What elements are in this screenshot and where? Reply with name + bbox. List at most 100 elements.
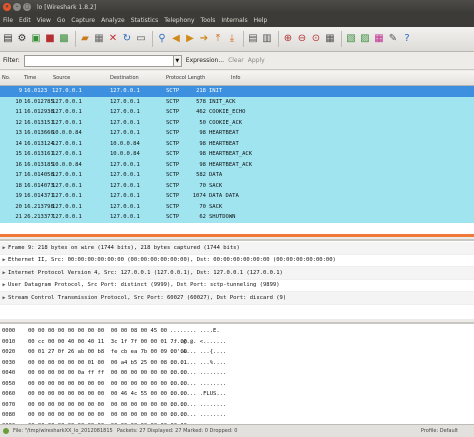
detail-tree-item[interactable]: ▶ User Datagram Protocol, Src Port: disti…: [0, 280, 474, 292]
go-back-icon[interactable]: ◀: [170, 33, 182, 46]
minimize-window-button[interactable]: –: [13, 3, 21, 11]
hex-bytes[interactable]: 00 00 00 00 00 00 01 00 00 a4 b5 25 00 0…: [28, 358, 187, 369]
start-capture-icon[interactable]: ▣: [30, 33, 42, 46]
hex-ascii[interactable]: ........ .FLUS...: [170, 389, 226, 400]
expand-arrow-icon[interactable]: ▶: [0, 295, 8, 301]
packet-length: 98: [199, 140, 206, 147]
expand-arrow-icon[interactable]: ▶: [0, 257, 8, 263]
packet-info: INIT_ACK: [209, 98, 236, 105]
reload-icon[interactable]: ↻: [121, 33, 133, 46]
first-packet-icon[interactable]: ⤒: [212, 33, 224, 46]
restart-capture-icon[interactable]: ▩: [58, 33, 70, 46]
packet-row[interactable]: 12 16.013151 127.0.0.1 127.0.0.1 SCTP 50 COOKI…: [0, 117, 474, 128]
apply-filter-button[interactable]: Apply: [248, 57, 265, 64]
capture-options-icon[interactable]: ⚙: [16, 33, 28, 46]
preferences-icon[interactable]: ✎: [387, 33, 399, 46]
hex-ascii[interactable]: ........ ........: [170, 379, 226, 390]
hex-ascii[interactable]: ..'.&... ...{....: [170, 347, 226, 358]
menu-help[interactable]: Help: [254, 17, 268, 24]
expert-info-icon[interactable]: [3, 428, 9, 434]
interface-list-icon[interactable]: ▤: [2, 33, 14, 46]
menu-file[interactable]: File: [3, 17, 13, 24]
last-packet-icon[interactable]: ⤓: [226, 33, 238, 46]
menu-edit[interactable]: Edit: [19, 17, 31, 24]
packet-row[interactable]: 11 16.012938 127.0.0.1 127.0.0.1 SCTP 462 COOK…: [0, 107, 474, 118]
menu-view[interactable]: View: [37, 17, 51, 24]
packet-row[interactable]: 10 16.012785 127.0.0.1 127.0.0.1 SCTP 578 INIT…: [0, 96, 474, 107]
packet-row[interactable]: 15 16.013161 127.0.0.1 10.0.0.84 SCTP 98 HEART…: [0, 149, 474, 160]
expand-arrow-icon[interactable]: ▶: [0, 270, 8, 276]
hex-bytes[interactable]: 00 00 00 00 00 00 00 00 00 00 08 00 45 0…: [28, 326, 167, 337]
hex-bytes[interactable]: 00 cc 00 00 40 00 40 11 3c 1f 7f 00 00 0…: [28, 337, 187, 348]
display-filter-input[interactable]: [23, 54, 174, 67]
status-profile[interactable]: Profile: Default: [421, 428, 458, 434]
detail-tree-item[interactable]: ▶ Stream Control Transmission Protocol, S…: [0, 292, 474, 305]
open-file-icon[interactable]: ▰: [79, 33, 91, 46]
column-header-no[interactable]: No.: [2, 75, 10, 81]
hex-ascii[interactable]: ........ ...%....: [170, 358, 226, 369]
maximize-window-button[interactable]: □: [23, 3, 31, 11]
auto-scroll-icon[interactable]: ▥: [261, 33, 273, 46]
filter-history-dropdown[interactable]: ▼: [173, 54, 182, 67]
column-header-length[interactable]: Length: [188, 75, 205, 81]
detail-tree-item[interactable]: ▶ Frame 9: 218 bytes on wire (1744 bits),…: [0, 242, 474, 255]
column-header-destination[interactable]: Destination: [110, 75, 139, 81]
menu-statistics[interactable]: Statistics: [131, 17, 158, 24]
go-forward-icon[interactable]: ▶: [184, 33, 196, 46]
hex-bytes[interactable]: 00 00 00 00 00 0a ff ff 00 00 00 00 00 0…: [28, 368, 187, 379]
hex-ascii[interactable]: ........ ........: [170, 368, 226, 379]
zoom-in-icon[interactable]: ⊕: [282, 33, 294, 46]
clear-filter-button[interactable]: Clear: [228, 57, 244, 64]
detail-tree-item[interactable]: ▶ Ethernet II, Src: 00:00:00:00:00:00 (00…: [0, 255, 474, 267]
stop-capture-icon[interactable]: ■: [44, 33, 56, 46]
expand-arrow-icon[interactable]: ▶: [0, 245, 8, 251]
capture-filters-icon[interactable]: ▧: [345, 33, 357, 46]
packet-row[interactable]: 13 16.013666 10.0.0.84 127.0.0.1 SCTP 98 HEART…: [0, 128, 474, 139]
coloring-rules-icon[interactable]: ▦: [373, 33, 385, 46]
detail-tree-item[interactable]: ▶ Internet Protocol Version 4, Src: 127.0…: [0, 267, 474, 280]
find-packet-icon[interactable]: ⚲: [156, 33, 168, 46]
hex-ascii[interactable]: ....@.@. <.......: [170, 337, 226, 348]
hex-bytes[interactable]: 00 00 00 00 00 00 00 00 00 00 00 00 00 0…: [28, 379, 187, 390]
hex-ascii[interactable]: ........ ........: [170, 400, 226, 411]
packet-row[interactable]: 14 16.013124 127.0.0.1 10.0.0.84 SCTP 98 HEART…: [0, 138, 474, 149]
resize-columns-icon[interactable]: ▦: [324, 33, 336, 46]
hex-ascii[interactable]: ........ ....E.: [170, 326, 220, 337]
packet-row[interactable]: 18 16.014073 127.0.0.1 127.0.0.1 SCTP 70 SACK: [0, 180, 474, 191]
save-file-icon[interactable]: ▦: [93, 33, 105, 46]
colorize-icon[interactable]: ▤: [247, 33, 259, 46]
print-icon[interactable]: ▭: [135, 33, 147, 46]
menu-analyze[interactable]: Analyze: [101, 17, 125, 24]
column-header-source[interactable]: Source: [53, 75, 70, 81]
packet-row[interactable]: 20 16.213798 127.0.0.1 127.0.0.1 SCTP 70 SACK: [0, 201, 474, 212]
packet-row[interactable]: 16 16.013185 10.0.0.84 127.0.0.1 SCTP 98 HEART…: [0, 159, 474, 170]
column-header-info[interactable]: Info: [231, 75, 240, 81]
column-header-protocol[interactable]: Protocol: [166, 75, 186, 81]
zoom-out-icon[interactable]: ⊖: [296, 33, 308, 46]
hex-bytes[interactable]: 00 00 00 00 00 00 00 00 00 46 4c 55 00 0…: [28, 389, 187, 400]
menu-telephony[interactable]: Telephony: [164, 17, 194, 24]
go-to-packet-icon[interactable]: ➔: [198, 33, 210, 46]
packet-row[interactable]: 21 26.213377 127.0.0.1 127.0.0.1 SCTP 62 SHUTD…: [0, 212, 474, 223]
expand-arrow-icon[interactable]: ▶: [0, 282, 8, 288]
menu-tools[interactable]: Tools: [201, 17, 216, 24]
help-icon[interactable]: ?: [401, 33, 413, 46]
normal-size-icon[interactable]: ⊙: [310, 33, 322, 46]
packet-row[interactable]: 17 16.014058 127.0.0.1 127.0.0.1 SCTP 582 DATA: [0, 170, 474, 181]
expression-button[interactable]: Expression...: [186, 57, 224, 64]
menu-capture[interactable]: Capture: [71, 17, 95, 24]
hex-bytes[interactable]: 00 00 00 00 00 00 00 00 00 00 00 00 00 0…: [28, 410, 187, 421]
display-filters-icon[interactable]: ▨: [359, 33, 371, 46]
packet-row[interactable]: 19 16.014371 127.0.0.1 127.0.0.1 SCTP 1074 DAT…: [0, 191, 474, 202]
column-header-time[interactable]: Time: [24, 75, 36, 81]
menu-go[interactable]: Go: [57, 17, 65, 24]
close-file-icon[interactable]: ✕: [107, 33, 119, 46]
hex-ascii[interactable]: ........ ........: [170, 410, 226, 421]
hex-bytes[interactable]: 00 01 27 0f 26 ab 00 b8 fe cb ea 7b 00 0…: [28, 347, 187, 358]
packet-row[interactable]: 9 16.0123 127.0.0.1 127.0.0.1 SCTP 218 INIT: [0, 86, 474, 97]
packet-destination: 127.0.0.1: [110, 98, 140, 105]
menu-internals[interactable]: Internals: [221, 17, 247, 24]
packet-time: 16.013185: [24, 161, 54, 168]
close-window-button[interactable]: ×: [3, 3, 11, 11]
hex-bytes[interactable]: 00 00 00 00 00 00 00 00 00 00 00 00 00 0…: [28, 400, 187, 411]
